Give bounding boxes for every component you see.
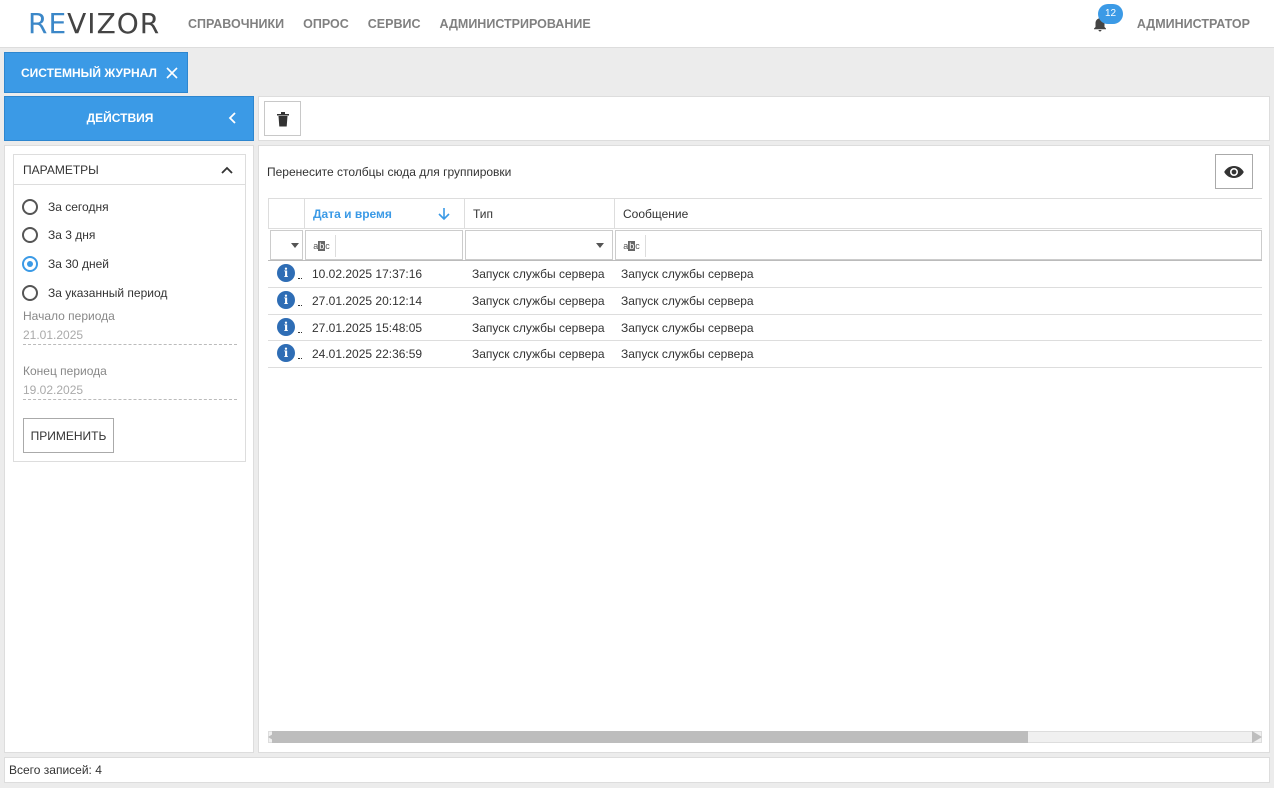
cell-datetime: 10.02.2025 17:37:16 bbox=[312, 267, 423, 281]
header-datetime-label: Дата и время bbox=[313, 206, 392, 221]
radio-circle[interactable] bbox=[22, 256, 38, 272]
header-message-label: Сообщение bbox=[623, 206, 689, 221]
radio-circle[interactable] bbox=[22, 199, 38, 215]
info-icon: i bbox=[277, 264, 295, 282]
left-panel: ПАРАМЕТРЫ За сегодня За 3 дня За 30 дней… bbox=[4, 145, 254, 753]
delete-button[interactable] bbox=[264, 101, 301, 136]
nav-service[interactable]: СЕРВИС bbox=[368, 17, 421, 31]
radio-label: За сегодня bbox=[48, 200, 109, 214]
cell-message: Запуск службы сервера bbox=[621, 347, 754, 361]
radio-circle[interactable] bbox=[22, 227, 38, 243]
cell-message: Запуск службы сервера bbox=[621, 294, 754, 308]
tab-label: СИСТЕМНЫЙ ЖУРНАЛ bbox=[21, 65, 157, 80]
datetime-filter-input[interactable]: abc bbox=[305, 230, 463, 260]
parameters-header[interactable]: ПАРАМЕТРЫ bbox=[14, 155, 245, 185]
ellipsis-marker bbox=[298, 305, 302, 306]
arrow-down-icon bbox=[438, 208, 450, 221]
actions-label: ДЕЙСТВИЯ bbox=[86, 111, 154, 125]
table-row[interactable]: i 27.01.2025 15:48:05 Запуск службы серв… bbox=[268, 315, 1262, 341]
chevron-left-icon[interactable] bbox=[227, 112, 239, 124]
radio-30-days[interactable]: За 30 дней bbox=[22, 256, 109, 272]
scroll-right-arrow-icon[interactable] bbox=[1252, 731, 1262, 743]
radio-custom-period[interactable]: За указанный период bbox=[22, 285, 167, 301]
actions-panel-toggle[interactable]: ДЕЙСТВИЯ bbox=[4, 96, 254, 141]
app-logo[interactable]: REVIZOR bbox=[28, 6, 160, 42]
close-icon[interactable] bbox=[165, 66, 179, 80]
logo-re: RE bbox=[28, 7, 68, 40]
header-type-label: Тип bbox=[473, 206, 494, 221]
horizontal-scrollbar[interactable] bbox=[268, 729, 1262, 745]
table-row[interactable]: i 10.02.2025 17:37:16 Запуск службы серв… bbox=[268, 261, 1262, 288]
parameters-section: ПАРАМЕТРЫ За сегодня За 3 дня За 30 дней… bbox=[13, 154, 246, 462]
scrollbar-thumb[interactable] bbox=[272, 731, 1028, 743]
grid-filter-row: abc abc bbox=[268, 229, 1262, 261]
top-header: REVIZOR СПРАВОЧНИКИ ОПРОС СЕРВИС АДМИНИС… bbox=[0, 0, 1274, 48]
message-filter-input[interactable]: abc bbox=[615, 230, 1262, 260]
trash-icon bbox=[276, 111, 289, 126]
status-bar: Всего записей: 4 bbox=[4, 757, 1270, 783]
chevron-up-icon[interactable] bbox=[221, 164, 233, 176]
table-row[interactable]: i 27.01.2025 20:12:14 Запуск службы серв… bbox=[268, 288, 1262, 315]
info-icon: i bbox=[277, 291, 295, 309]
type-filter-dropdown[interactable] bbox=[465, 230, 613, 260]
user-menu[interactable]: АДМИНИСТРАТОР bbox=[1137, 0, 1250, 48]
grid-header-row: Дата и время Тип Сообщение bbox=[268, 199, 1262, 229]
apply-button[interactable]: ПРИМЕНИТЬ bbox=[23, 418, 114, 453]
parameters-title: ПАРАМЕТРЫ bbox=[23, 163, 99, 177]
info-icon: i bbox=[277, 318, 295, 336]
toolbar bbox=[258, 96, 1270, 141]
cell-datetime: 24.01.2025 22:36:59 bbox=[312, 347, 423, 361]
end-period-input[interactable] bbox=[23, 380, 237, 400]
cell-datetime: 27.01.2025 20:12:14 bbox=[312, 294, 423, 308]
main-nav: СПРАВОЧНИКИ ОПРОС СЕРВИС АДМИНИСТРИРОВАН… bbox=[188, 0, 610, 48]
nav-poll[interactable]: ОПРОС bbox=[303, 17, 349, 31]
text-filter-icon[interactable]: abc bbox=[618, 235, 646, 257]
radio-today[interactable]: За сегодня bbox=[22, 199, 109, 215]
data-grid: Дата и время Тип Сообщение abc abc i 10. bbox=[268, 198, 1262, 368]
info-icon: i bbox=[277, 344, 295, 362]
cell-type: Запуск службы сервера bbox=[472, 347, 605, 361]
ellipsis-marker bbox=[298, 278, 302, 279]
ellipsis-marker bbox=[298, 358, 302, 359]
radio-label: За 30 дней bbox=[48, 257, 109, 271]
cell-type: Запуск службы сервера bbox=[472, 320, 605, 335]
nav-directories[interactable]: СПРАВОЧНИКИ bbox=[188, 17, 284, 31]
chevron-down-icon bbox=[291, 243, 299, 248]
radio-3-days[interactable]: За 3 дня bbox=[22, 227, 95, 243]
radio-label: За указанный период bbox=[48, 286, 168, 300]
nav-administration[interactable]: АДМИНИСТРИРОВАНИЕ bbox=[440, 17, 591, 31]
header-icon-col bbox=[268, 199, 304, 228]
start-period-input[interactable] bbox=[23, 325, 237, 345]
logo-vizor: VIZOR bbox=[67, 7, 161, 40]
cell-type: Запуск службы сервера bbox=[472, 267, 605, 281]
header-message[interactable]: Сообщение bbox=[614, 199, 1262, 228]
end-period-label: Конец периода bbox=[23, 364, 107, 378]
grid-panel: Перенесите столбцы сюда для группировки … bbox=[258, 145, 1270, 753]
cell-message: Запуск службы сервера bbox=[621, 267, 754, 281]
radio-circle[interactable] bbox=[22, 285, 38, 301]
table-row[interactable]: i 24.01.2025 22:36:59 Запуск службы серв… bbox=[268, 341, 1262, 368]
start-period-label: Начало периода bbox=[23, 309, 115, 323]
chevron-down-icon bbox=[596, 243, 604, 248]
eye-icon bbox=[1224, 165, 1244, 178]
text-filter-icon[interactable]: abc bbox=[308, 235, 336, 257]
header-datetime[interactable]: Дата и время bbox=[304, 199, 464, 228]
group-panel-hint[interactable]: Перенесите столбцы сюда для группировки bbox=[267, 165, 511, 179]
cell-datetime: 27.01.2025 15:48:05 bbox=[312, 320, 423, 335]
column-chooser-button[interactable] bbox=[1215, 154, 1253, 189]
scroll-left-arrow-icon[interactable] bbox=[268, 731, 278, 743]
header-type[interactable]: Тип bbox=[464, 199, 614, 228]
icon-filter-dropdown[interactable] bbox=[270, 230, 303, 260]
radio-label: За 3 дня bbox=[48, 228, 96, 242]
cell-type: Запуск службы сервера bbox=[472, 294, 605, 308]
notification-badge[interactable]: 12 bbox=[1098, 4, 1123, 24]
cell-message: Запуск службы сервера bbox=[621, 320, 754, 335]
ellipsis-marker bbox=[298, 332, 302, 333]
tab-system-journal[interactable]: СИСТЕМНЫЙ ЖУРНАЛ bbox=[4, 52, 188, 93]
